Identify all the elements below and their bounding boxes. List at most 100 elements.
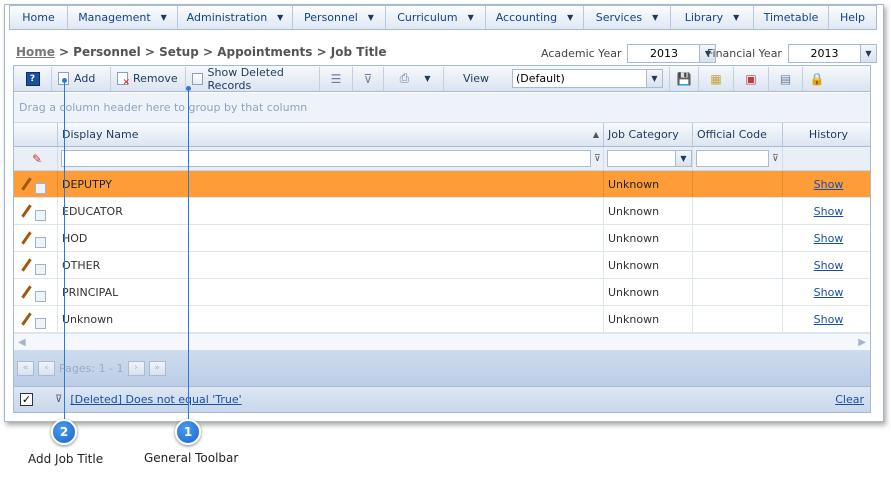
edit-pencil-icon[interactable] [20, 205, 33, 218]
cell-history: Show [783, 252, 870, 278]
row-select-checkbox[interactable] [35, 209, 46, 221]
menu-management[interactable]: Management ▼ [68, 6, 178, 29]
edit-pencil-icon[interactable] [20, 313, 33, 326]
cell-display-name: EDUCATOR [58, 198, 604, 224]
save-view-button[interactable]: 💾 [669, 66, 699, 91]
cell-history: Show [783, 198, 870, 224]
chevron-down-icon[interactable]: ▼ [646, 70, 662, 87]
header-official-code[interactable]: Official Code [693, 123, 783, 146]
menu-label: Library [684, 11, 724, 24]
cell-history: Show [783, 225, 870, 251]
filter-icon[interactable]: ⊽ [594, 154, 601, 164]
menu-help[interactable]: Help [829, 6, 876, 29]
column-chooser-button[interactable]: ☰ [320, 66, 353, 91]
scroll-right-icon[interactable]: ▶ [858, 337, 866, 348]
menu-administration[interactable]: Administration ▼ [178, 6, 293, 29]
view-select[interactable]: (Default) ▼ [512, 69, 663, 88]
callout-badge-general-toolbar: 1 [175, 419, 201, 445]
menu-curriculum[interactable]: Curriculum ▼ [386, 6, 486, 29]
row-select-checkbox[interactable] [35, 317, 46, 329]
group-by-panel[interactable]: Drag a column header here to group by th… [14, 93, 870, 123]
job-category-filter-select[interactable]: ▼ [607, 150, 692, 167]
lock-icon: 🔒 [809, 71, 825, 86]
official-code-filter-input[interactable] [696, 150, 769, 167]
lock-button[interactable]: 🔒 [803, 67, 831, 91]
history-show-link[interactable]: Show [814, 232, 844, 245]
save-icon: 💾 [676, 71, 692, 86]
menu-label: Administration [186, 11, 268, 24]
menu-accounting[interactable]: Accounting ▼ [486, 6, 584, 29]
export-dropdown-button[interactable]: ⎙ ▼ [384, 66, 444, 91]
previous-page-icon[interactable]: ‹ [38, 360, 55, 376]
row-edit-cell [14, 306, 58, 332]
layout-icon: ▤ [779, 71, 792, 86]
edit-pencil-icon[interactable] [20, 259, 33, 272]
new-view-button[interactable]: ▦ [699, 66, 734, 91]
delete-view-button[interactable]: ▣ [734, 66, 769, 91]
first-page-icon[interactable]: « [17, 360, 34, 376]
breadcrumb-path: > Personnel > Setup > Appointments > Job… [58, 45, 387, 59]
row-select-checkbox[interactable] [35, 290, 46, 302]
menu-home[interactable]: Home [10, 6, 68, 29]
cell-history: Show [783, 171, 870, 197]
header-history[interactable]: History [783, 123, 870, 146]
show-deleted-records-toggle[interactable]: Show Deleted Records [186, 66, 320, 92]
add-button[interactable]: Add [52, 66, 111, 91]
layout-button[interactable]: ▤ [769, 66, 803, 91]
menu-services[interactable]: Services ▼ [584, 6, 671, 29]
active-filter-link[interactable]: [Deleted] Does not equal 'True' [70, 393, 241, 406]
edit-pencil-icon[interactable] [20, 232, 33, 245]
cell-display-name: PRINCIPAL [58, 279, 604, 305]
financial-year-select[interactable]: 2013 ▼ [787, 44, 877, 63]
scroll-left-icon[interactable]: ◀ [18, 337, 26, 348]
menu-timetable[interactable]: Timetable [754, 6, 829, 29]
chevron-down-icon[interactable]: ▼ [675, 151, 691, 166]
table-row[interactable]: DEPUTPY Unknown Show [14, 171, 870, 198]
cell-official-code [693, 252, 783, 278]
chevron-down-icon[interactable]: ▼ [859, 45, 876, 62]
header-job-category[interactable]: Job Category [604, 123, 693, 146]
filter-icon[interactable]: ⊽ [772, 154, 779, 164]
row-select-checkbox[interactable] [35, 263, 46, 275]
chevron-down-icon: ▼ [733, 13, 740, 22]
history-show-link[interactable]: Show [814, 205, 844, 218]
row-select-checkbox[interactable] [35, 182, 46, 194]
chevron-down-icon: ▼ [467, 13, 474, 22]
menu-label: Curriculum [397, 11, 458, 24]
display-name-filter-input[interactable] [61, 150, 591, 167]
table-row[interactable]: PRINCIPAL Unknown Show [14, 279, 870, 306]
last-page-icon[interactable]: » [148, 360, 166, 376]
history-show-link[interactable]: Show [814, 259, 844, 272]
table-row[interactable]: OTHER Unknown Show [14, 252, 870, 279]
history-show-link[interactable]: Show [814, 286, 844, 299]
menu-personnel[interactable]: Personnel ▼ [293, 6, 386, 29]
clear-filters-button[interactable]: ✎ [14, 147, 58, 170]
next-page-icon[interactable]: › [127, 360, 145, 376]
row-select-checkbox[interactable] [35, 236, 46, 248]
chevron-down-icon: ▼ [567, 13, 574, 22]
row-edit-cell [14, 171, 58, 197]
edit-pencil-icon[interactable] [20, 286, 33, 299]
history-show-link[interactable]: Show [814, 313, 844, 326]
help-button[interactable]: ? [14, 66, 52, 91]
breadcrumb-home-link[interactable]: Home [16, 45, 55, 59]
academic-year-group: Academic Year 2013 ▼ [541, 44, 717, 63]
horizontal-scrollbar[interactable]: ◀ ▶ [14, 333, 870, 350]
show-deleted-checkbox[interactable] [192, 72, 203, 85]
menu-label: Home [22, 11, 55, 24]
cell-display-name: Unknown [58, 306, 604, 332]
financial-year-value: 2013 [810, 47, 839, 60]
academic-year-select[interactable]: 2013 ▼ [627, 44, 717, 63]
header-display-name[interactable]: Display Name ▲ [58, 123, 604, 146]
menu-library[interactable]: Library ▼ [671, 6, 754, 29]
history-show-link[interactable]: Show [814, 178, 844, 191]
filter-enabled-checkbox[interactable]: ✓ [20, 393, 33, 406]
clear-filter-link[interactable]: Clear [835, 393, 864, 406]
table-row[interactable]: Unknown Unknown Show [14, 306, 870, 333]
table-row[interactable]: EDUCATOR Unknown Show [14, 198, 870, 225]
remove-button[interactable]: Remove [111, 66, 186, 91]
menu-label: Timetable [763, 11, 819, 24]
edit-pencil-icon[interactable] [20, 178, 33, 191]
filter-button[interactable]: ⊽ [353, 66, 384, 91]
table-row[interactable]: HOD Unknown Show [14, 225, 870, 252]
